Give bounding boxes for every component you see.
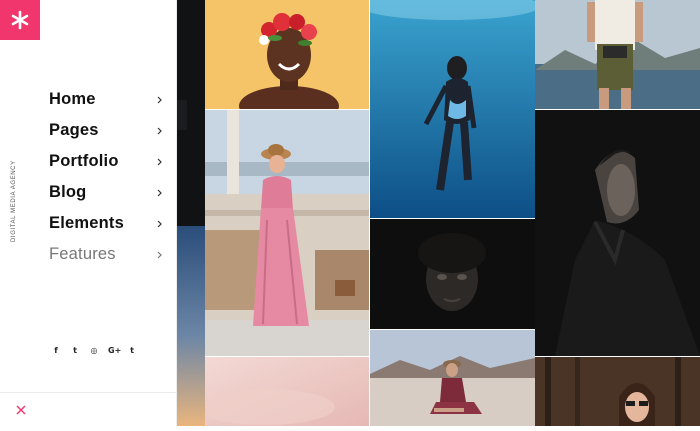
logo[interactable] — [0, 0, 40, 40]
photo-forest — [535, 357, 700, 426]
chevron-right-icon — [155, 126, 165, 136]
social-links: f t ◎ G+ t — [51, 346, 137, 355]
gallery-tile[interactable] — [535, 110, 700, 356]
brand-tagline: DIGITAL MEDIA AGENCY — [11, 160, 17, 242]
nav-item-label: Elements — [49, 214, 124, 232]
chevron-right-icon — [155, 157, 165, 167]
nav-item-home[interactable]: Home — [49, 84, 165, 115]
chevron-right-icon — [155, 250, 165, 260]
photo-coast — [535, 0, 700, 109]
chevron-right-icon — [155, 95, 165, 105]
photo-shadow-face — [370, 219, 535, 329]
nav-item-features[interactable]: Features — [49, 239, 165, 270]
nav-item-label: Features — [49, 245, 116, 263]
photo-desert — [370, 330, 535, 426]
photo-pastel-sky — [205, 357, 369, 426]
photo-man-profile — [535, 110, 700, 356]
asterisk-icon — [11, 10, 29, 30]
nav-item-portfolio[interactable]: Portfolio — [49, 146, 165, 177]
edge-images — [177, 0, 205, 426]
nav-item-label: Home — [49, 90, 96, 108]
gallery-tile[interactable] — [535, 0, 700, 109]
close-icon[interactable] — [15, 403, 27, 415]
gallery-tile[interactable] — [205, 110, 369, 356]
gallery-tile[interactable] — [535, 357, 700, 426]
chevron-right-icon — [155, 219, 165, 229]
sidebar-footer — [0, 392, 177, 427]
gallery-tile[interactable] — [370, 219, 535, 329]
photo-diver — [370, 0, 535, 218]
google-plus-icon[interactable]: G+ — [108, 346, 121, 355]
gallery-tile[interactable] — [370, 330, 535, 426]
nav-item-pages[interactable]: Pages — [49, 115, 165, 146]
chevron-right-icon — [155, 188, 165, 198]
photo-pink-dress — [205, 110, 369, 356]
gallery-tile[interactable] — [205, 0, 369, 109]
photo-flower-crown — [205, 0, 369, 109]
gallery-tile[interactable] — [370, 0, 535, 218]
nav-item-label: Portfolio — [49, 152, 119, 170]
nav-item-blog[interactable]: Blog — [49, 177, 165, 208]
facebook-icon[interactable]: f — [51, 346, 61, 355]
sidebar: DIGITAL MEDIA AGENCY Home Pages Portfoli… — [0, 0, 177, 426]
nav-item-label: Pages — [49, 121, 99, 139]
gallery-edge-column — [177, 0, 205, 426]
nav-item-label: Blog — [49, 183, 87, 201]
twitter-icon[interactable]: t — [70, 346, 80, 355]
nav-item-elements[interactable]: Elements — [49, 208, 165, 239]
gallery-tile[interactable] — [205, 357, 369, 426]
tumblr-icon[interactable]: t — [127, 346, 137, 355]
main-nav: Home Pages Portfolio Blog Elements Featu… — [49, 84, 165, 270]
dribbble-icon[interactable]: ◎ — [89, 346, 99, 355]
